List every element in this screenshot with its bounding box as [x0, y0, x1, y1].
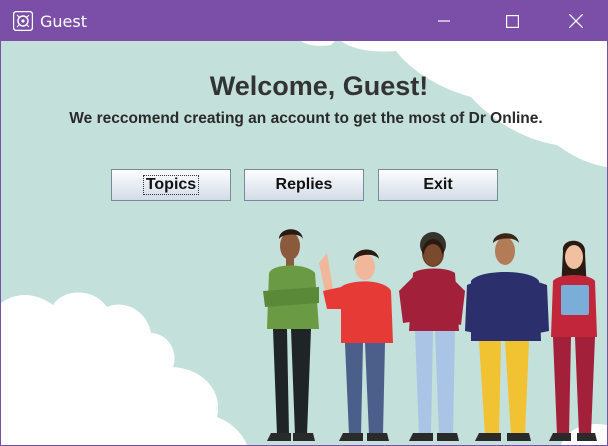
person-navy-sweater	[465, 233, 549, 441]
app-window: Guest Welcome, Guest! We reccomend creat…	[0, 0, 608, 446]
person-maroon-top	[399, 232, 465, 441]
content-area: Welcome, Guest! We reccomend creating an…	[1, 41, 607, 445]
person-red-sweater	[319, 249, 393, 441]
minimize-button[interactable]	[421, 1, 467, 41]
maximize-button[interactable]	[489, 1, 535, 41]
app-icon	[13, 11, 33, 31]
close-icon	[569, 14, 583, 28]
title-bar[interactable]: Guest	[1, 1, 607, 41]
maximize-icon	[505, 14, 519, 28]
window-title: Guest	[40, 12, 87, 31]
close-button[interactable]	[553, 1, 599, 41]
people-illustration	[263, 229, 597, 441]
person-with-tablet	[549, 240, 597, 441]
minimize-icon	[438, 20, 450, 22]
person-green-sweater	[263, 229, 319, 441]
